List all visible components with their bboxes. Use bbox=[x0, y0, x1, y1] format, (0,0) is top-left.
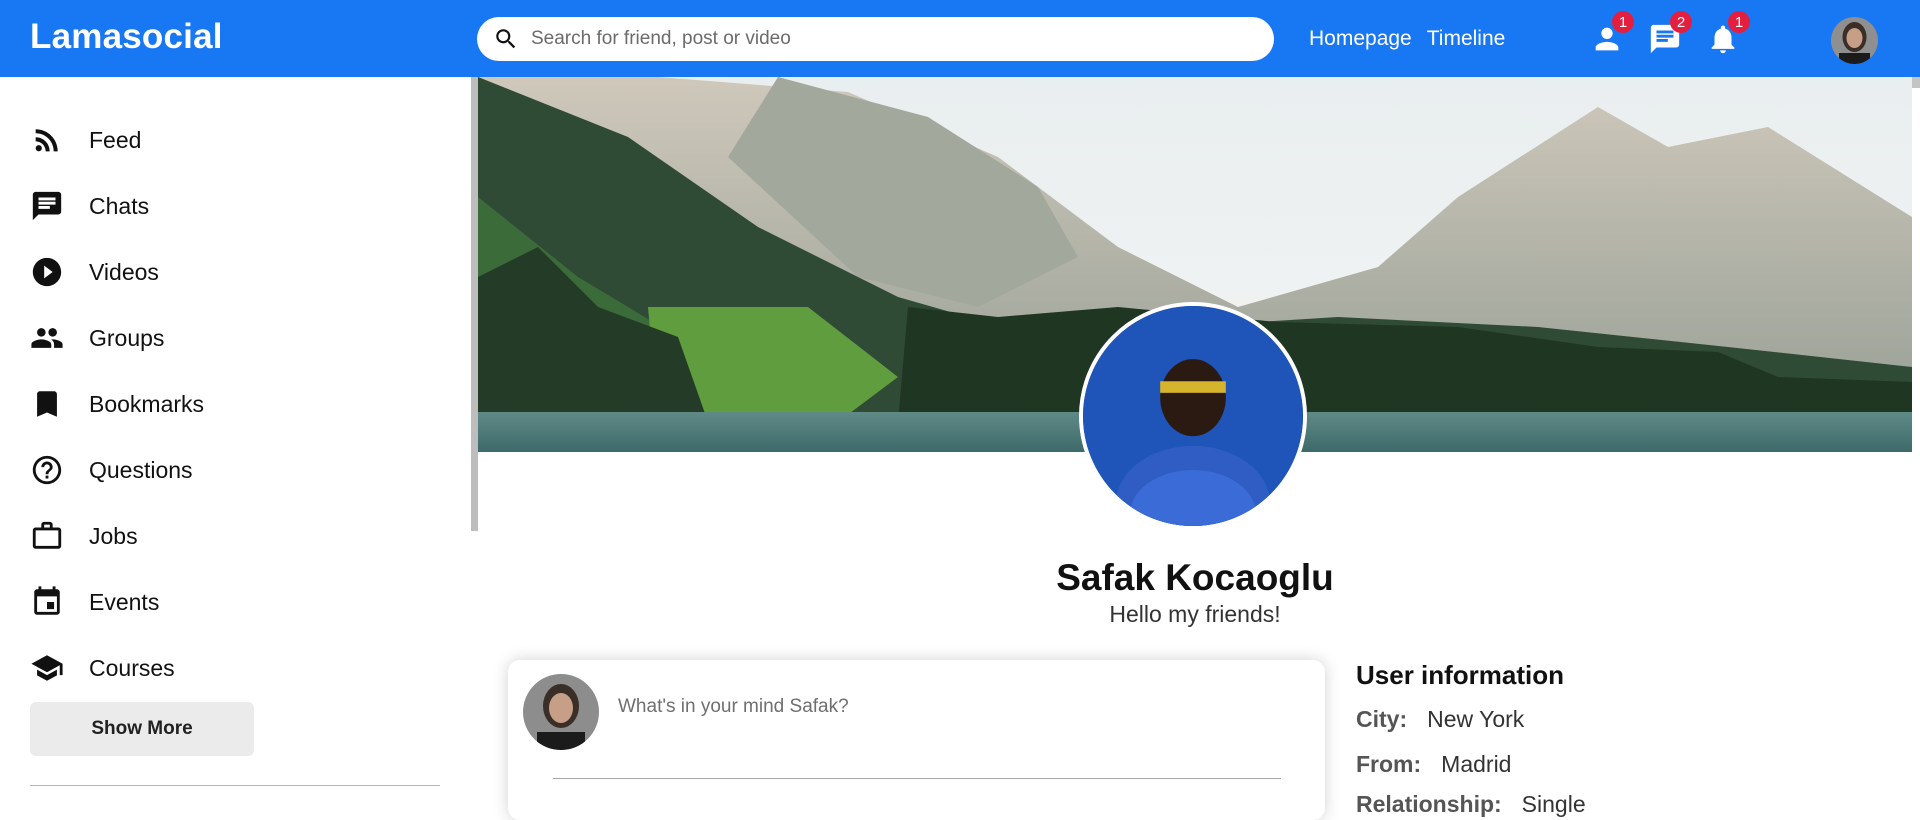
top-links: Homepage Timeline bbox=[1309, 27, 1505, 51]
user-avatar[interactable] bbox=[1831, 17, 1878, 64]
sidebar-item-label: Bookmarks bbox=[89, 390, 205, 417]
friend-requests-button[interactable]: 1 bbox=[1590, 11, 1634, 56]
avatar-image bbox=[1831, 17, 1878, 64]
homepage-link[interactable]: Homepage bbox=[1309, 27, 1412, 51]
sidebar-scrollbar[interactable] bbox=[471, 77, 478, 531]
group-icon bbox=[31, 328, 63, 348]
bookmark-icon bbox=[37, 391, 57, 417]
sidebar-item-bookmarks[interactable]: Bookmarks bbox=[30, 371, 204, 437]
topbar: Lamasocial Homepage Timeline 1 2 1 bbox=[0, 0, 1920, 77]
sidebar-item-label: Videos bbox=[89, 258, 159, 285]
profile-picture[interactable] bbox=[1079, 302, 1307, 530]
sidebar-item-questions[interactable]: Questions bbox=[30, 437, 204, 503]
sidebar-item-courses[interactable]: Courses bbox=[30, 635, 204, 701]
school-icon bbox=[31, 655, 63, 681]
search-input[interactable] bbox=[529, 27, 1253, 51]
user-info-value: Madrid bbox=[1441, 751, 1512, 777]
logo[interactable]: Lamasocial bbox=[30, 17, 223, 57]
sidebar-list: Feed Chats Videos Groups Bookmarks Quest… bbox=[30, 107, 204, 701]
messages-badge: 2 bbox=[1670, 11, 1692, 33]
sidebar-item-chats[interactable]: Chats bbox=[30, 173, 204, 239]
sidebar-divider bbox=[30, 785, 440, 786]
user-info-title: User information bbox=[1356, 660, 1565, 690]
notifications-button[interactable]: 1 bbox=[1706, 11, 1750, 56]
user-info-relationship: Relationship: Single bbox=[1356, 791, 1586, 818]
profile-picture-image bbox=[1083, 306, 1303, 526]
page-scrollbar[interactable] bbox=[1912, 77, 1920, 88]
sidebar-item-groups[interactable]: Groups bbox=[30, 305, 204, 371]
work-outline-icon bbox=[32, 521, 62, 549]
sidebar-item-label: Chats bbox=[89, 192, 150, 219]
sidebar-item-label: Feed bbox=[89, 126, 142, 153]
friend-requests-badge: 1 bbox=[1612, 11, 1634, 33]
messages-button[interactable]: 2 bbox=[1648, 11, 1692, 56]
event-icon bbox=[34, 586, 60, 615]
play-circle-icon bbox=[32, 257, 62, 287]
avatar-image bbox=[523, 674, 599, 750]
share-avatar[interactable] bbox=[523, 674, 599, 750]
sidebar-item-videos[interactable]: Videos bbox=[30, 239, 204, 305]
user-info-key: City: bbox=[1356, 706, 1408, 732]
sidebar-item-label: Courses bbox=[89, 654, 175, 681]
show-more-button[interactable]: Show More bbox=[30, 702, 254, 756]
rss-feed-icon bbox=[35, 129, 58, 152]
search-bar[interactable] bbox=[477, 17, 1274, 61]
user-info-value: New York bbox=[1427, 706, 1525, 732]
timeline-link[interactable]: Timeline bbox=[1427, 27, 1506, 51]
chat-icon bbox=[32, 191, 62, 221]
help-outline-icon bbox=[32, 455, 62, 485]
sidebar-item-label: Events bbox=[89, 588, 160, 615]
share-box bbox=[508, 660, 1325, 820]
share-divider bbox=[553, 778, 1281, 779]
user-info-from: From: Madrid bbox=[1356, 751, 1511, 778]
notifications-badge: 1 bbox=[1728, 11, 1750, 33]
user-info-key: Relationship: bbox=[1356, 791, 1502, 817]
profile-description: Hello my friends! bbox=[1109, 601, 1281, 627]
sidebar-item-label: Questions bbox=[89, 456, 193, 483]
sidebar-item-label: Groups bbox=[89, 324, 165, 351]
user-info-value: Single bbox=[1521, 791, 1586, 817]
sidebar-item-events[interactable]: Events bbox=[30, 569, 204, 635]
profile-name: Safak Kocaoglu bbox=[1056, 557, 1334, 598]
share-input[interactable] bbox=[616, 695, 1270, 719]
sidebar-item-label: Jobs bbox=[89, 522, 138, 549]
sidebar-item-jobs[interactable]: Jobs bbox=[30, 503, 204, 569]
search-icon bbox=[496, 29, 516, 49]
user-info-city: City: New York bbox=[1356, 706, 1524, 733]
sidebar: Feed Chats Videos Groups Bookmarks Quest… bbox=[0, 77, 472, 802]
user-info-key: From: bbox=[1356, 751, 1422, 777]
sidebar-item-feed[interactable]: Feed bbox=[30, 107, 204, 173]
